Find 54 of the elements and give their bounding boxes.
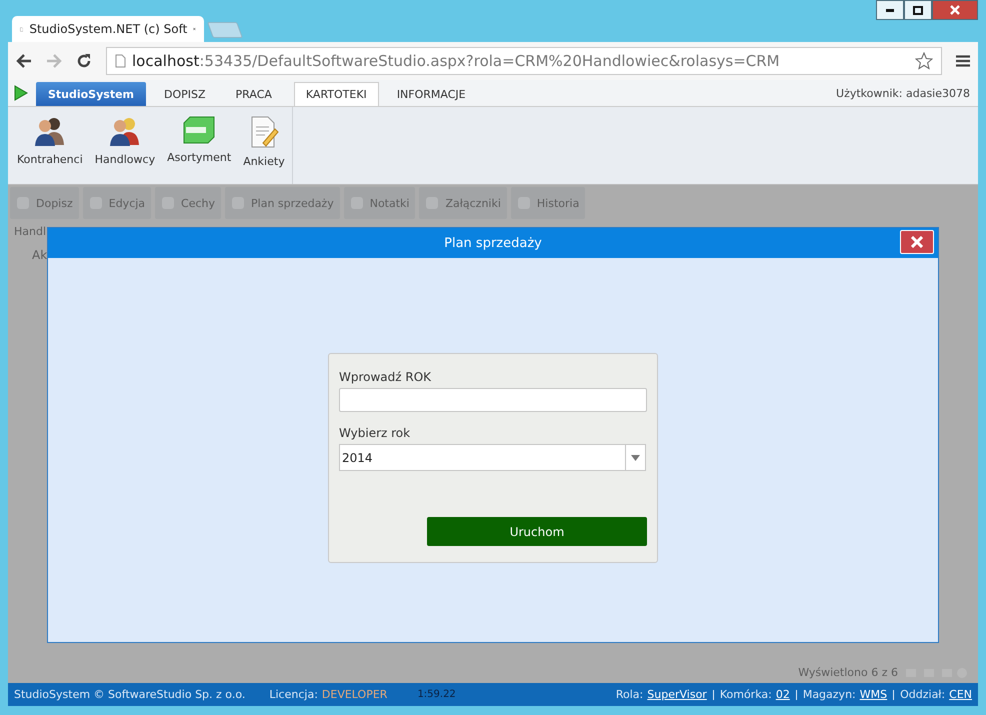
close-icon	[950, 5, 960, 15]
field-label: Wybierz rok	[339, 426, 412, 440]
status-label: Rola:	[616, 688, 644, 701]
nav-tab[interactable]: KARTOTEKI	[294, 82, 379, 106]
box-icon	[182, 115, 216, 145]
people-icon	[32, 115, 67, 147]
dimmed-section-label: Handl	[13, 224, 48, 240]
status-label: Oddział:	[900, 688, 946, 701]
page-icon	[115, 54, 126, 68]
back-icon[interactable]	[16, 54, 32, 68]
year-input-field[interactable]	[339, 388, 647, 412]
status-link[interactable]: CEN	[949, 688, 972, 701]
menu-icon[interactable]	[956, 55, 970, 67]
maximize-button[interactable]	[904, 0, 932, 20]
session-time: 1:59.22	[417, 689, 456, 700]
caret-icon	[631, 454, 640, 460]
play-icon[interactable]	[14, 85, 28, 101]
star-icon[interactable]	[915, 52, 933, 70]
ribbon-label[interactable]: Kontrahenci	[17, 153, 83, 166]
user-label: Użytkownik: adasie3078	[836, 86, 971, 100]
url-path: :53435/DefaultSoftwareStudio.aspx?rola=CRM%20Handlowiec&rolasys=CRM	[199, 52, 781, 70]
nav-tab[interactable]: INFORMACJE	[384, 82, 478, 106]
license-value: DEVELOPER	[322, 688, 388, 701]
document-pencil-icon	[248, 115, 279, 149]
status-label: Magazyn:	[802, 688, 856, 701]
status-link[interactable]: WMS	[860, 688, 888, 701]
status-link[interactable]: 02	[776, 688, 790, 701]
ribbon-label[interactable]: Asortyment	[167, 151, 232, 164]
year-select[interactable]: 2014	[339, 444, 646, 471]
brand-tab[interactable]: StudioSystem	[36, 82, 146, 106]
minimize-button[interactable]	[876, 0, 904, 20]
people-icon	[108, 115, 142, 147]
minimize-icon	[886, 8, 894, 12]
field-label: Wprowadź ROK	[339, 370, 432, 384]
copyright-text: StudioSystem © SoftwareStudio Sp. z o.o.	[14, 688, 246, 701]
maximize-icon	[913, 6, 923, 14]
status-link[interactable]: SuperVisor	[647, 688, 707, 701]
dimmed-column-header: Ak	[31, 247, 48, 264]
reload-icon[interactable]	[76, 53, 92, 69]
url-host: localhost	[132, 52, 200, 70]
close-button[interactable]	[932, 0, 978, 20]
address-bar[interactable]: localhost:53435/DefaultSoftwareStudio.aspx?rola=CRM%20Handlowiec&rolasys=CRM	[106, 47, 942, 75]
dimmed-record-count: Wyświetlono 6 z 6	[798, 666, 898, 679]
status-label: Komórka:	[720, 688, 772, 701]
browser-tab[interactable]: StudioSystem.NET (c) Soft	[12, 16, 204, 42]
ribbon-label[interactable]: Handlowcy	[94, 153, 156, 166]
run-button[interactable]: Uruchom	[427, 517, 647, 546]
dialog-title: Plan sprzedaży	[444, 236, 542, 250]
nav-tab[interactable]: DOPISZ	[152, 82, 218, 106]
nav-tab[interactable]: PRACA	[224, 82, 284, 106]
tab-title: StudioSystem.NET (c) Soft	[29, 22, 188, 36]
close-icon	[911, 236, 923, 248]
license-label: Licencja:	[269, 688, 318, 701]
ribbon-label[interactable]: Ankiety	[243, 155, 285, 168]
